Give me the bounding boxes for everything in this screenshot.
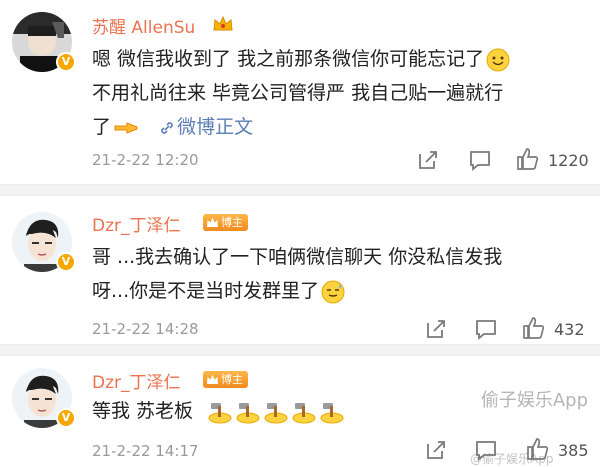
comment-icon[interactable] (472, 315, 500, 343)
thumbs-up-icon[interactable] (514, 145, 542, 173)
watermark: 偷子娱乐App (480, 390, 588, 411)
timestamp: 21-2-22 14:17 (92, 442, 199, 460)
comment-line: 呀...你是不是当时发群里了 (92, 280, 320, 302)
crown-icon (213, 15, 233, 31)
verified-badge-icon: V (56, 252, 76, 272)
share-icon[interactable] (414, 146, 442, 174)
timestamp: 21-2-22 14:28 (92, 320, 199, 338)
username[interactable]: Dzr_丁泽仁 (92, 211, 181, 236)
thumbs-up-icon[interactable] (520, 314, 548, 342)
comment-line: 了 (92, 116, 112, 138)
watermark-small: @偷子娱乐App (470, 452, 554, 466)
weibo-link-icon (161, 122, 173, 134)
like-count: 432 (554, 320, 585, 339)
like-count: 385 (558, 441, 589, 460)
weibo-link[interactable]: 微博正文 (159, 116, 253, 138)
smile-emoji (486, 48, 510, 71)
crown-icon (207, 374, 218, 384)
comment-line: 等我 苏老板 (92, 400, 194, 422)
comment-line: 嗯 微信我收到了 我之前那条微信你可能忘记了 (92, 48, 485, 70)
username[interactable]: 苏醒 AllenSu (92, 13, 195, 38)
blogger-badge: 博主 (203, 214, 248, 231)
blogger-badge: 博主 (203, 371, 248, 388)
hammer-emoji (236, 402, 260, 423)
comment-line: 不用礼尚往来 毕竟公司管得严 我自己贴一遍就行 (92, 82, 504, 104)
comment-line: 哥 ...我去确认了一下咱俩微信聊天 你没私信发我 (92, 246, 503, 268)
divider (0, 344, 600, 356)
share-icon[interactable] (422, 315, 450, 343)
share-icon[interactable] (422, 436, 450, 464)
comment-text: 哥 ...我去确认了一下咱俩微信聊天 你没私信发我 呀...你是不是当时发群里了 (92, 240, 592, 308)
comment-icon[interactable] (466, 146, 494, 174)
timestamp: 21-2-22 12:20 (92, 151, 199, 169)
hammer-emoji (292, 402, 316, 423)
verified-badge-icon: V (56, 408, 76, 428)
sweat-smile-emoji (321, 280, 345, 303)
weibo-link-label: 微博正文 (177, 116, 254, 138)
pointing-hand-emoji (114, 121, 138, 134)
comment-item: V Dzr_丁泽仁 博主 哥 ...我去确认了一下咱俩微信聊天 你没私信发我 呀… (0, 196, 600, 344)
blogger-badge-label: 博主 (221, 373, 243, 386)
hammer-emoji (208, 402, 232, 423)
username[interactable]: Dzr_丁泽仁 (92, 368, 181, 393)
comment-item: V 苏醒 AllenSu 嗯 微信我收到了 我之前那条微信你可能忘记了 不用礼尚… (0, 0, 600, 184)
like-count: 1220 (548, 151, 589, 170)
verified-badge-icon: V (56, 52, 76, 72)
blogger-badge-label: 博主 (221, 216, 243, 229)
hammer-emoji (320, 402, 344, 423)
comment-text: 嗯 微信我收到了 我之前那条微信你可能忘记了 不用礼尚往来 毕竟公司管得严 我自… (92, 42, 592, 144)
divider (0, 184, 600, 196)
hammer-emoji (264, 402, 288, 423)
crown-icon (207, 217, 218, 227)
